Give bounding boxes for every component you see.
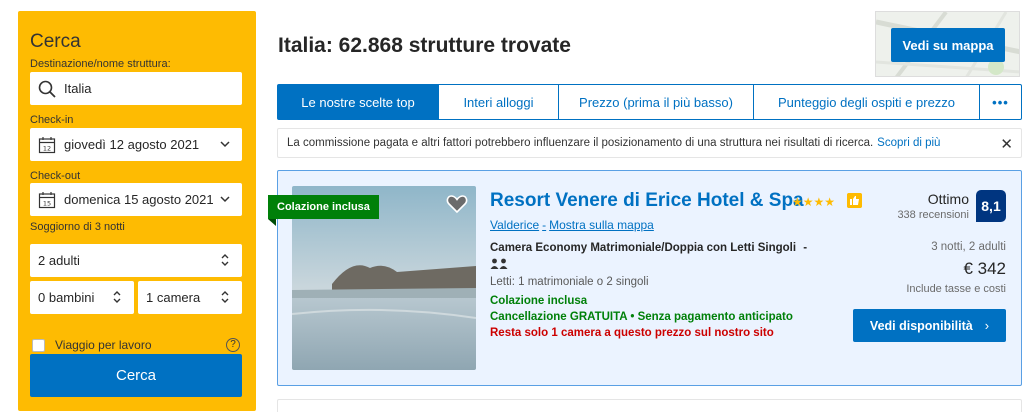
breakfast-ribbon: Colazione inclusa	[268, 195, 379, 219]
search-button[interactable]: Cerca	[30, 354, 242, 397]
next-property-card	[277, 399, 1022, 412]
breakfast-included: Colazione inclusa	[490, 295, 588, 307]
chevron-updown-icon	[221, 291, 229, 303]
review-score-badge[interactable]: 8,1	[976, 190, 1006, 222]
business-travel-row[interactable]: Viaggio per lavoro ?	[32, 338, 242, 352]
ranking-notice: La commissione pagata e altri fattori po…	[277, 128, 1022, 158]
chevron-down-icon	[220, 196, 230, 203]
tab-lowest-price[interactable]: Prezzo (prima il più basso)	[559, 85, 754, 119]
checkout-label: Check-out	[30, 170, 81, 182]
chevron-updown-icon	[113, 291, 121, 303]
search-panel: Cerca Destinazione/nome struttura: Itali…	[18, 11, 256, 411]
calendar-day: 12	[43, 144, 51, 152]
people-icon	[490, 258, 508, 269]
thumbs-up-icon	[847, 193, 862, 208]
price: € 342	[963, 259, 1006, 278]
chevron-down-icon	[220, 141, 230, 148]
room-name: Camera Economy Matrimoniale/Doppia con L…	[490, 242, 807, 254]
children-select[interactable]: 0 bambini	[30, 281, 134, 314]
review-count[interactable]: 338 recensioni	[897, 209, 969, 221]
destination-value: Italia	[64, 81, 92, 96]
tab-score-and-price[interactable]: Punteggio degli ospiti e prezzo	[754, 85, 980, 119]
calendar-icon: 15	[38, 191, 56, 208]
business-travel-checkbox[interactable]	[32, 338, 45, 352]
learn-more-link[interactable]: Scopri di più	[877, 137, 940, 149]
tab-top-picks[interactable]: Le nostre scelte top	[278, 85, 439, 119]
sort-tabs: Le nostre scelte top Interi alloggi Prez…	[277, 84, 1022, 120]
rooms-select[interactable]: 1 camera	[138, 281, 242, 314]
show-on-map-link[interactable]: Mostra sulla mappa	[549, 218, 654, 232]
location-link[interactable]: Valderice	[490, 218, 539, 232]
checkin-label: Check-in	[30, 114, 74, 126]
checkout-value: domenica 15 agosto 2021	[64, 192, 214, 207]
tab-entire-homes[interactable]: Interi alloggi	[439, 85, 559, 119]
chevron-updown-icon	[221, 254, 229, 266]
checkin-field[interactable]: 12 giovedì 12 agosto 2021	[30, 128, 242, 161]
children-value: 0 bambini	[38, 290, 95, 305]
calendar-day: 15	[43, 199, 51, 207]
page-title: Italia: 62.868 strutture trovate	[278, 34, 571, 57]
business-travel-label: Viaggio per lavoro	[55, 338, 152, 352]
stay-length: Soggiorno di 3 notti	[30, 221, 125, 233]
destination-label: Destinazione/nome struttura:	[30, 58, 171, 70]
heart-icon[interactable]	[446, 193, 468, 215]
room-name-text: Camera Economy Matrimoniale/Doppia con L…	[490, 242, 797, 254]
show-map-button[interactable]: Vedi su mappa	[891, 28, 1005, 62]
stay-summary: 3 notti, 2 adulti	[931, 241, 1006, 253]
adults-select[interactable]: 2 adulti	[30, 244, 242, 277]
review-score-word[interactable]: Ottimo	[928, 191, 969, 207]
rooms-value: 1 camera	[146, 290, 201, 305]
hotel-name-link[interactable]: Resort Venere di Erice Hotel & Spa	[490, 190, 804, 212]
room-dash: -	[803, 242, 808, 254]
tab-more[interactable]: •••	[980, 85, 1021, 119]
close-icon[interactable]: ✕	[1000, 135, 1013, 153]
search-icon	[38, 80, 56, 98]
chevron-right-icon: ›	[984, 318, 990, 333]
free-cancellation: Cancellazione GRATUITA • Senza pagamento…	[490, 311, 793, 323]
bed-info: Letti: 1 matrimoniale o 2 singoli	[490, 276, 649, 288]
notice-text: La commissione pagata e altri fattori po…	[287, 137, 874, 149]
taxes-note: Include tasse e costi	[906, 283, 1006, 295]
location-separator: -	[542, 218, 547, 232]
location-row: Valderice - Mostra sulla mappa	[490, 218, 654, 232]
calendar-icon: 12	[38, 136, 56, 153]
see-availability-label: Vedi disponibilità	[869, 318, 973, 333]
help-icon[interactable]: ?	[226, 338, 240, 352]
star-rating: ★★★★	[792, 195, 836, 209]
checkin-value: giovedì 12 agosto 2021	[64, 137, 200, 152]
see-availability-button[interactable]: Vedi disponibilità ›	[853, 309, 1006, 342]
scarcity-message: Resta solo 1 camera a questo prezzo sul …	[490, 327, 774, 339]
ribbon-tail	[268, 219, 276, 226]
destination-field[interactable]: Italia	[30, 72, 242, 105]
search-title: Cerca	[30, 31, 81, 52]
checkout-field[interactable]: 15 domenica 15 agosto 2021	[30, 183, 242, 216]
adults-value: 2 adulti	[38, 253, 80, 268]
